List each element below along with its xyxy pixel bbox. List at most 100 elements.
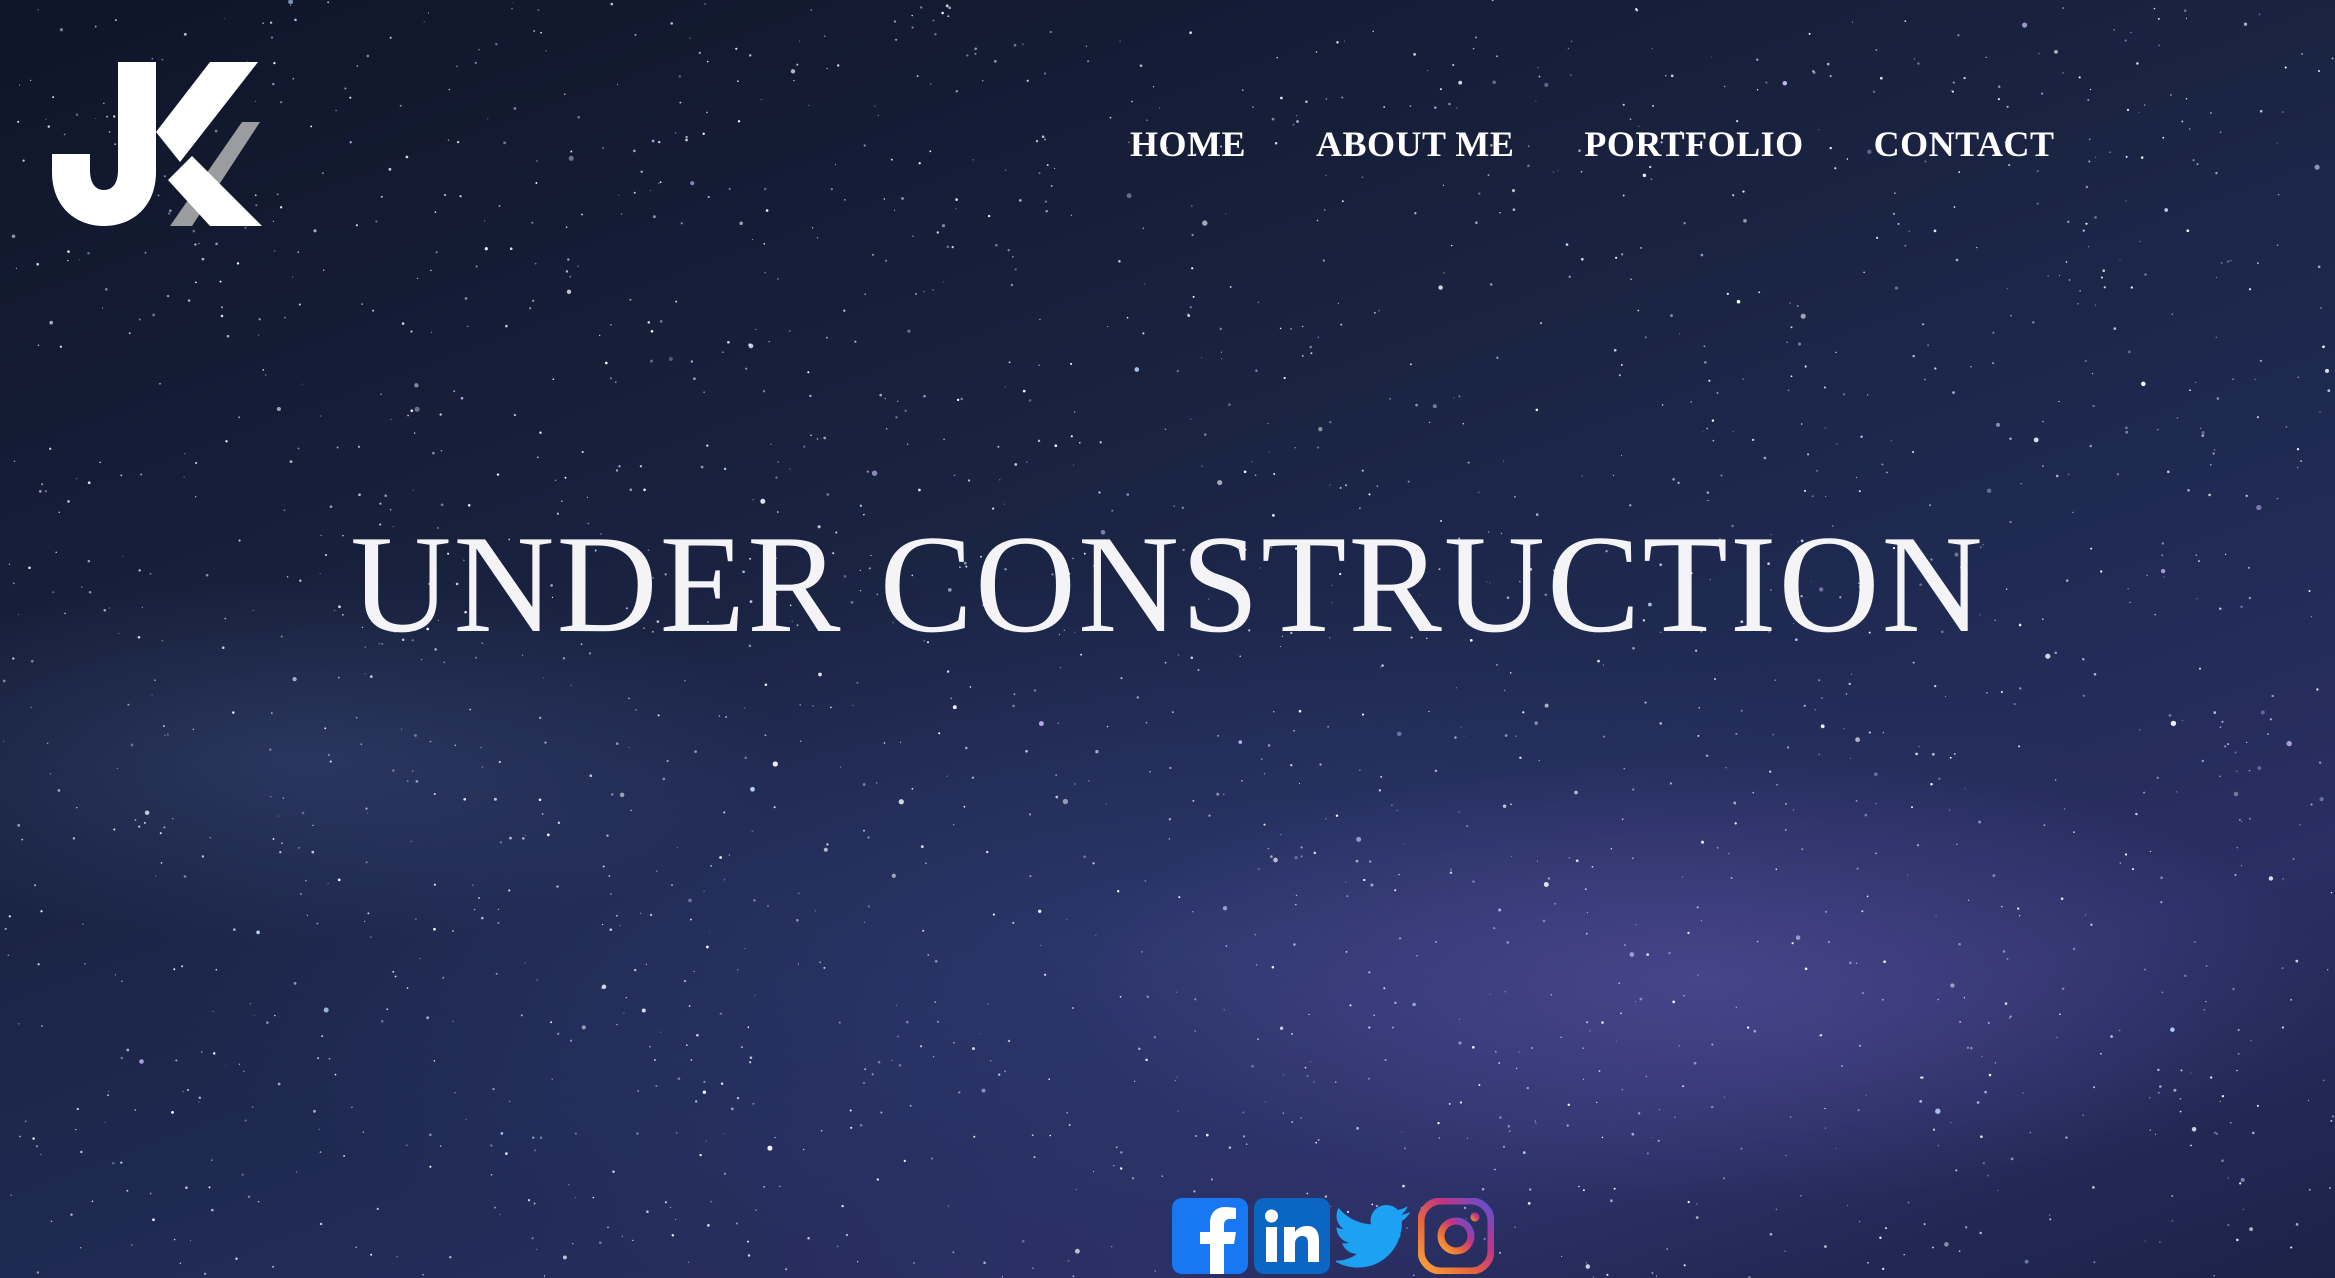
- star: [1210, 1178, 1214, 1181]
- star: [1651, 1137, 1653, 1139]
- star: [669, 1206, 672, 1209]
- star: [2213, 449, 2216, 451]
- star: [21, 838, 24, 841]
- star: [493, 797, 497, 801]
- star: [735, 47, 738, 50]
- star: [2141, 381, 2146, 387]
- star: [1164, 428, 1167, 431]
- star: [1325, 174, 1327, 177]
- star: [1544, 703, 1549, 708]
- star: [356, 65, 359, 67]
- star: [2002, 950, 2006, 953]
- star: [1242, 1111, 1245, 1114]
- star: [244, 226, 247, 229]
- star: [46, 742, 49, 745]
- star: [1158, 107, 1160, 109]
- star: [810, 434, 812, 437]
- star: [1535, 408, 1539, 412]
- star: [505, 1152, 508, 1155]
- star: [934, 959, 938, 963]
- star: [456, 65, 458, 68]
- star: [1509, 672, 1512, 674]
- star: [2166, 470, 2170, 474]
- main-nav: HOME ABOUT ME PORTFOLIO CONTACT: [1130, 120, 2055, 168]
- star: [2301, 52, 2304, 55]
- star: [370, 1253, 373, 1256]
- star: [1120, 677, 1123, 680]
- star: [1753, 1029, 1757, 1033]
- star: [1149, 770, 1151, 773]
- star: [529, 307, 532, 310]
- star: [953, 474, 956, 477]
- star: [1567, 47, 1570, 50]
- star: [198, 1101, 200, 1103]
- star: [2056, 1036, 2058, 1039]
- star: [727, 340, 730, 344]
- nav-contact[interactable]: CONTACT: [1874, 120, 2055, 168]
- star: [1072, 1275, 1075, 1278]
- star: [2043, 824, 2046, 827]
- star: [282, 797, 285, 799]
- star: [269, 21, 273, 24]
- star: [380, 195, 383, 198]
- star: [1033, 1156, 1036, 1159]
- twitter-icon[interactable]: [1336, 1198, 1412, 1274]
- star: [1453, 397, 1455, 399]
- facebook-icon[interactable]: [1172, 1198, 1248, 1274]
- star: [752, 1102, 755, 1105]
- star: [2082, 694, 2085, 697]
- nav-portfolio[interactable]: PORTFOLIO: [1584, 120, 1803, 168]
- star: [941, 11, 944, 15]
- star: [116, 768, 118, 770]
- nav-about-me[interactable]: ABOUT ME: [1316, 120, 1514, 168]
- linkedin-icon[interactable]: [1254, 1198, 1330, 1274]
- star: [2103, 286, 2106, 289]
- star: [29, 79, 32, 82]
- star: [1638, 1112, 1641, 1115]
- star: [134, 1109, 137, 1111]
- star: [296, 1171, 298, 1173]
- star: [1683, 994, 1685, 997]
- star: [685, 138, 688, 142]
- star: [311, 850, 315, 854]
- star: [1937, 998, 1939, 1001]
- nav-home[interactable]: HOME: [1130, 120, 1246, 168]
- star: [270, 712, 273, 714]
- star: [2038, 52, 2040, 55]
- star: [276, 193, 279, 196]
- star: [550, 1021, 553, 1024]
- star: [127, 703, 130, 706]
- star: [84, 962, 86, 965]
- star: [1013, 693, 1016, 696]
- star: [1800, 423, 1803, 425]
- star: [1915, 752, 1918, 756]
- star: [1113, 1165, 1115, 1167]
- star: [2159, 1241, 2161, 1243]
- instagram-icon[interactable]: [1418, 1198, 1494, 1274]
- star: [1458, 1041, 1462, 1045]
- star: [316, 922, 319, 925]
- star: [289, 460, 293, 463]
- star: [2119, 862, 2121, 864]
- star: [920, 6, 923, 9]
- jk-logo-icon[interactable]: [52, 62, 262, 226]
- star: [2125, 426, 2128, 430]
- star: [543, 1275, 546, 1277]
- star: [2119, 259, 2121, 262]
- star: [1519, 756, 1522, 760]
- star: [1843, 728, 1845, 730]
- star: [1251, 1064, 1254, 1068]
- star: [2029, 1131, 2031, 1134]
- star: [999, 479, 1001, 481]
- star: [1136, 696, 1140, 699]
- star: [1229, 285, 1232, 288]
- star: [49, 447, 52, 450]
- star: [1711, 419, 1715, 422]
- star: [1475, 221, 1478, 224]
- star: [2234, 873, 2237, 876]
- star: [1208, 814, 1211, 817]
- star: [564, 476, 567, 479]
- star: [1152, 86, 1155, 88]
- star: [1814, 709, 1817, 711]
- star: [1428, 711, 1430, 713]
